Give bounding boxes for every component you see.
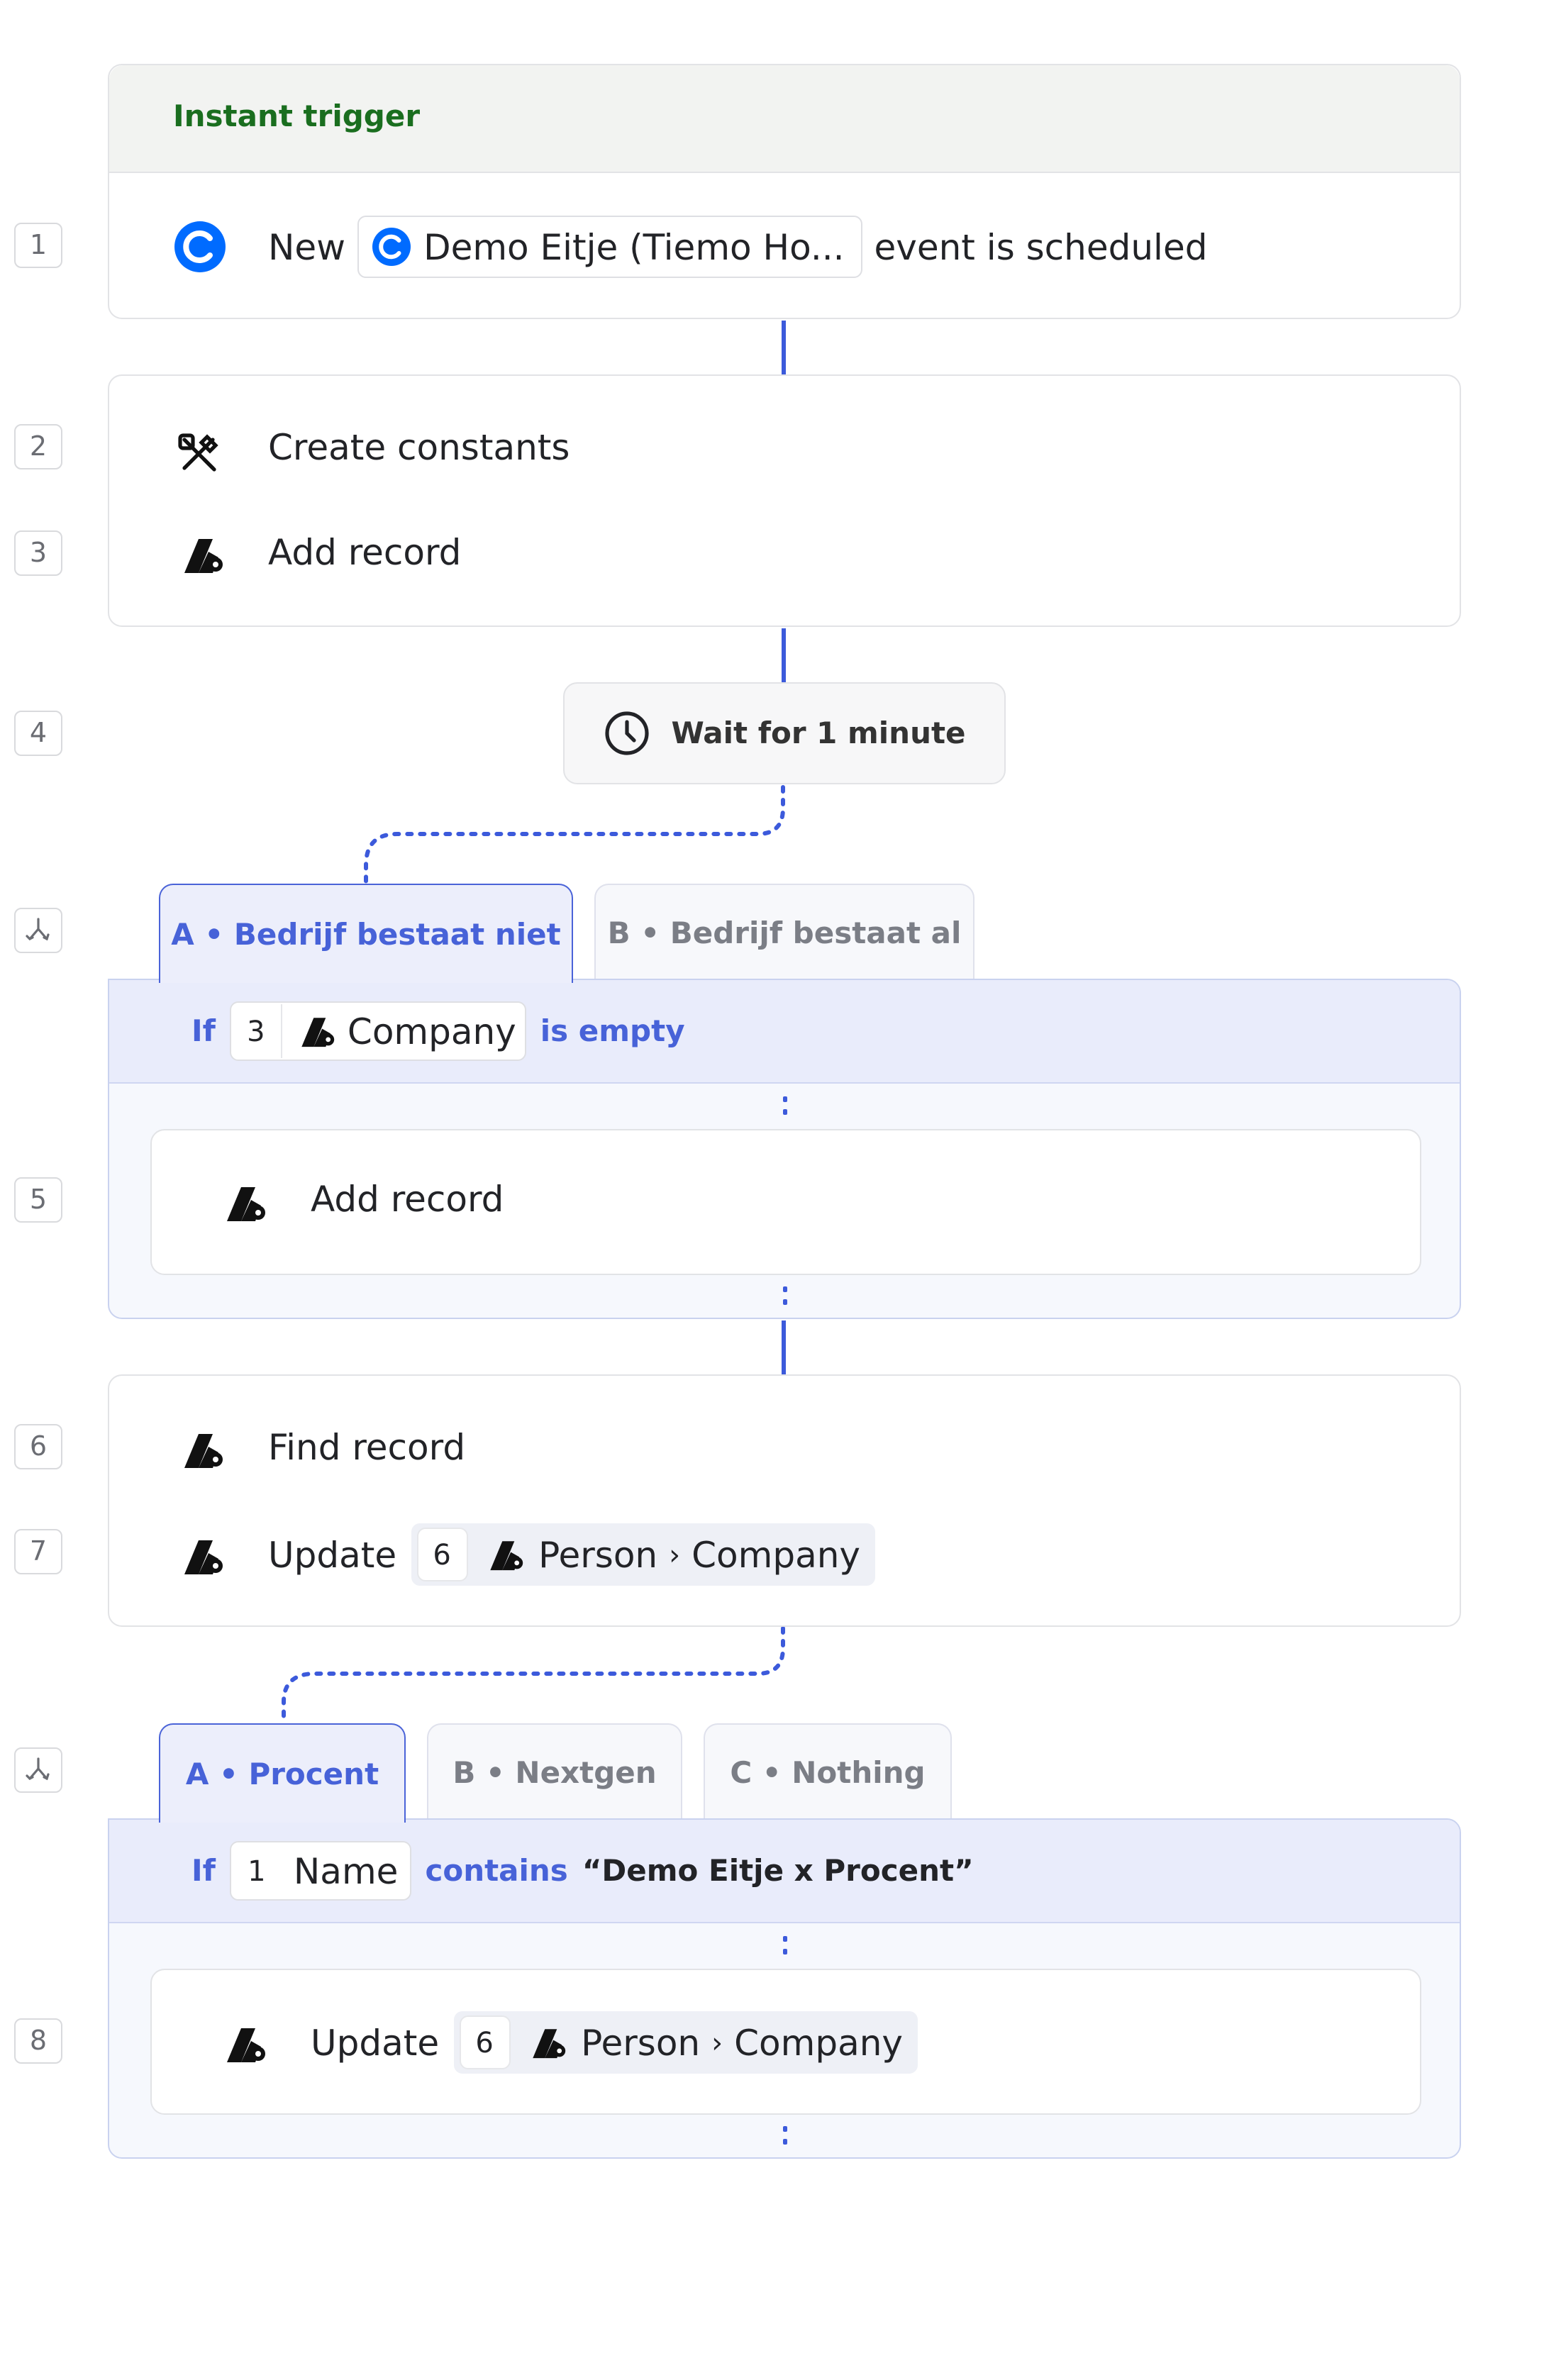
- tab-label: A • Procent: [185, 1757, 379, 1791]
- attio-icon: [521, 2023, 570, 2062]
- step-card[interactable]: Add record: [150, 1129, 1421, 1275]
- steps-card: Find record Update 6 Person › Company: [108, 1374, 1461, 1627]
- tab-label: C • Nothing: [730, 1755, 926, 1789]
- step-number: 6: [14, 1424, 62, 1469]
- branch-panel: If 3 Company is empty Add record: [108, 979, 1461, 1319]
- attio-icon: [214, 1180, 271, 1225]
- attio-icon: [214, 2021, 271, 2067]
- tab-label: A • Bedrijf bestaat niet: [171, 917, 561, 951]
- condition-value: “Demo Eitje x Procent”: [582, 1854, 974, 1888]
- field-label: Name: [293, 1850, 399, 1891]
- step-label[interactable]: Find record: [268, 1427, 465, 1468]
- attio-icon: [479, 1535, 527, 1574]
- branch-tab-b[interactable]: B • Bedrijf bestaat al: [594, 884, 974, 980]
- dotted-connector: [783, 1096, 787, 1122]
- step-card[interactable]: Update 6 Person › Company: [150, 1969, 1421, 2115]
- branch-icon: [14, 1747, 62, 1793]
- attio-icon: [291, 1011, 339, 1051]
- branch-tab-a[interactable]: A • Procent: [159, 1723, 406, 1823]
- attio-icon: [172, 1427, 228, 1472]
- dotted-connector: [783, 2126, 787, 2152]
- step-label[interactable]: Update: [268, 1534, 396, 1575]
- step-ref: 1: [231, 1844, 282, 1898]
- branch-icon: [14, 908, 62, 953]
- branch-panel: If 1 Name contains “Demo Eitje x Procent…: [108, 1818, 1461, 2159]
- branch-tab-c[interactable]: C • Nothing: [704, 1723, 952, 1820]
- operator-label: is empty: [540, 1014, 685, 1048]
- step-ref: 6: [416, 1528, 468, 1581]
- path-object: Person: [581, 2022, 701, 2063]
- branch-condition[interactable]: If 3 Company is empty: [109, 980, 1460, 1084]
- path-field: Company: [692, 1534, 860, 1575]
- connector-line: [782, 1320, 786, 1374]
- step-ref: 6: [459, 2015, 511, 2069]
- record-path-chip[interactable]: 6 Person › Company: [411, 1523, 874, 1586]
- path-object: Person: [538, 1534, 658, 1575]
- field-label: Company: [347, 1011, 516, 1052]
- step-number: 7: [14, 1529, 62, 1574]
- path-separator: ›: [711, 2025, 723, 2059]
- path-separator: ›: [669, 1537, 681, 1572]
- if-keyword: If: [191, 1014, 216, 1048]
- branch-tab-a[interactable]: A • Bedrijf bestaat niet: [159, 884, 573, 983]
- branch-condition[interactable]: If 1 Name contains “Demo Eitje x Procent…: [109, 1820, 1460, 1923]
- branch-tab-b[interactable]: B • Nextgen: [427, 1723, 682, 1820]
- step-number: 8: [14, 2018, 62, 2064]
- dotted-connector: [783, 1936, 787, 1962]
- operator-label: contains: [425, 1854, 568, 1888]
- step-number: 5: [14, 1177, 62, 1223]
- record-path-chip[interactable]: 6 Person › Company: [453, 2011, 917, 2074]
- step-label: Update: [311, 2022, 440, 2063]
- tab-label: B • Bedrijf bestaat al: [607, 916, 962, 950]
- step-ref: 3: [231, 1004, 282, 1058]
- path-field: Company: [734, 2022, 903, 2063]
- if-keyword: If: [191, 1854, 216, 1888]
- attio-icon: [172, 1533, 228, 1579]
- step-label: Add record: [311, 1179, 504, 1220]
- dotted-connector: [783, 1286, 787, 1312]
- tab-label: B • Nextgen: [452, 1755, 657, 1789]
- field-chip[interactable]: 3 Company: [229, 1001, 526, 1061]
- field-chip[interactable]: 1 Name: [229, 1841, 411, 1901]
